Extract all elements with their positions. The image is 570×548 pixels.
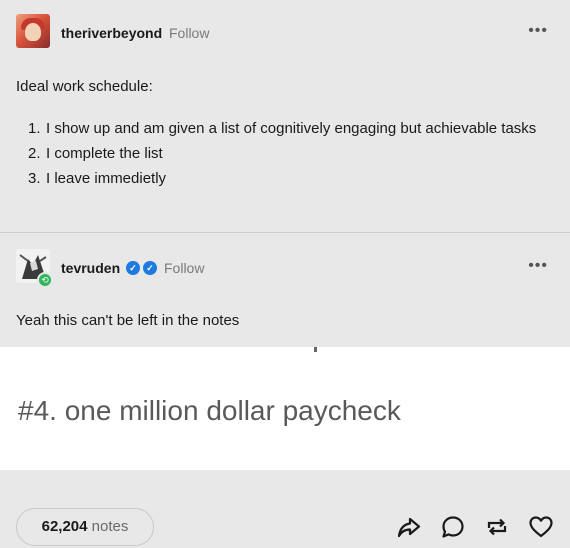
image-text: #4. one million dollar paycheck	[18, 395, 401, 426]
reblog-icon-graphic	[487, 518, 507, 536]
notes-count: 62,204	[41, 518, 88, 535]
reply-icon-graphic	[442, 516, 464, 538]
notes-label: notes	[91, 518, 129, 535]
notes-button[interactable]: 62,204 notes	[16, 508, 154, 546]
verified-badge-icon: ✓	[143, 261, 157, 275]
verified-badge-icon: ✓	[126, 261, 140, 275]
list-number: 3.	[28, 170, 41, 187]
like-icon-graphic	[529, 516, 553, 538]
reblog-author[interactable]: tevruden	[61, 260, 120, 276]
follow-button[interactable]: Follow	[169, 25, 209, 41]
share-icon-graphic	[397, 517, 421, 538]
reply-icon[interactable]	[440, 514, 466, 540]
image-speck	[314, 347, 317, 352]
reblog-badge-icon: ⟲	[37, 272, 53, 288]
reblog-comment: Yeah this can't be left in the notes	[16, 312, 240, 329]
follow-button[interactable]: Follow	[164, 260, 204, 276]
divider	[0, 232, 570, 233]
more-options-icon[interactable]: •••	[528, 22, 548, 40]
list-text: I leave immedietly	[46, 170, 167, 187]
like-icon[interactable]	[528, 514, 554, 540]
list-item: 3. I leave immedietly	[28, 166, 538, 191]
avatar-face	[25, 23, 41, 41]
list-item: 1. I show up and am given a list of cogn…	[28, 116, 538, 141]
post-header: theriverbeyond Follow •••	[0, 0, 570, 62]
share-icon[interactable]	[396, 514, 422, 540]
post-list: 1. I show up and am given a list of cogn…	[28, 116, 538, 191]
list-item: 2. I complete the list	[28, 141, 538, 166]
post-author[interactable]: theriverbeyond	[61, 25, 162, 41]
reblog-icon[interactable]	[484, 514, 510, 540]
list-number: 1.	[28, 120, 41, 137]
list-number: 2.	[28, 145, 41, 162]
list-text: I complete the list	[46, 145, 163, 162]
avatar[interactable]	[16, 14, 50, 48]
more-options-icon[interactable]: •••	[528, 257, 548, 275]
list-text: I show up and am given a list of cogniti…	[46, 120, 537, 137]
post-intro: Ideal work schedule:	[16, 78, 153, 95]
